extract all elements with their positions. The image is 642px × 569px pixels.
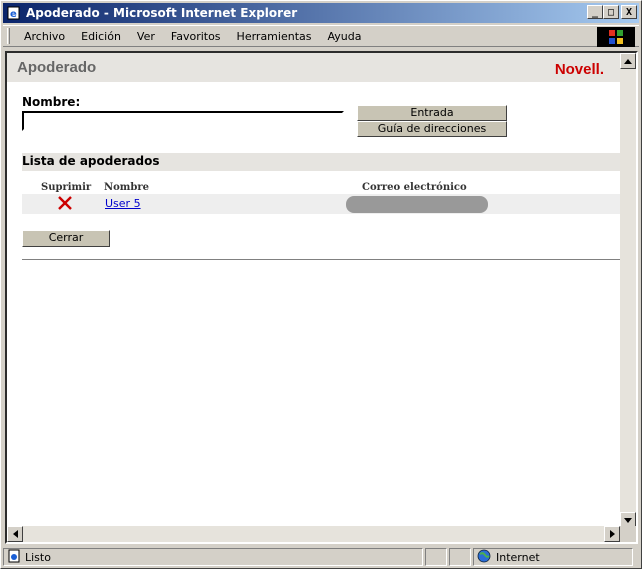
- svg-text:e: e: [10, 9, 17, 20]
- ie-page-icon: e: [6, 5, 22, 21]
- status-text: Listo: [25, 550, 51, 564]
- status-bar: Listo Internet: [3, 547, 639, 567]
- close-page-button[interactable]: Cerrar: [22, 230, 110, 247]
- zone-text: Internet: [496, 550, 540, 564]
- windows-logo-icon: [597, 27, 635, 47]
- close-button[interactable]: X: [621, 5, 637, 19]
- nombre-input[interactable]: [22, 111, 344, 131]
- toolbar-grip[interactable]: [7, 28, 10, 44]
- menu-favoritos[interactable]: Favoritos: [163, 30, 229, 43]
- section-title: Lista de apoderados: [22, 154, 160, 168]
- menu-archivo[interactable]: Archivo: [16, 30, 73, 43]
- title-bar: e Apoderado - Microsoft Internet Explore…: [3, 3, 639, 23]
- column-header-suprimir: Suprimir: [41, 182, 92, 193]
- scrollbar-corner: [620, 526, 636, 542]
- maximize-button[interactable]: □: [603, 5, 619, 19]
- proxy-list-header: Lista de apoderados: [22, 153, 622, 171]
- address-book-button[interactable]: Guía de direcciones: [357, 121, 507, 137]
- browser-content: Apoderado Novell. Nombre: Entrada Guía d…: [5, 51, 638, 544]
- page-title: Apoderado: [17, 59, 97, 76]
- globe-icon: [477, 549, 491, 566]
- email-redacted: [346, 196, 488, 213]
- scroll-left-icon[interactable]: [7, 526, 23, 542]
- delete-icon[interactable]: [57, 195, 73, 211]
- status-pane-2: [449, 548, 471, 566]
- menu-herramientas[interactable]: Herramientas: [229, 30, 320, 43]
- page-status-icon: [7, 549, 21, 566]
- window-title: Apoderado - Microsoft Internet Explorer: [26, 6, 298, 20]
- column-header-nombre: Nombre: [104, 182, 150, 193]
- menu-edicion[interactable]: Edición: [73, 30, 129, 43]
- menu-ayuda[interactable]: Ayuda: [319, 30, 369, 43]
- scroll-right-icon[interactable]: [604, 526, 620, 542]
- scroll-up-icon[interactable]: [620, 53, 636, 69]
- minimize-button[interactable]: _: [587, 5, 603, 19]
- browser-window: e Apoderado - Microsoft Internet Explore…: [0, 0, 642, 569]
- novell-logo: Novell.: [554, 61, 604, 78]
- nombre-label: Nombre:: [22, 95, 81, 109]
- entrada-button[interactable]: Entrada: [357, 105, 507, 121]
- status-main-pane: Listo: [3, 548, 423, 566]
- menu-bar: Archivo Edición Ver Favoritos Herramient…: [3, 25, 639, 47]
- vertical-scrollbar[interactable]: [620, 53, 636, 528]
- menu-ver[interactable]: Ver: [129, 30, 163, 43]
- page-header: Apoderado Novell.: [7, 53, 620, 83]
- user-link[interactable]: User 5: [105, 197, 141, 210]
- status-pane-1: [425, 548, 447, 566]
- divider: [22, 259, 622, 261]
- horizontal-scrollbar[interactable]: [7, 526, 620, 542]
- column-header-correo: Correo electrónico: [362, 182, 467, 193]
- security-zone-pane: Internet: [473, 548, 633, 566]
